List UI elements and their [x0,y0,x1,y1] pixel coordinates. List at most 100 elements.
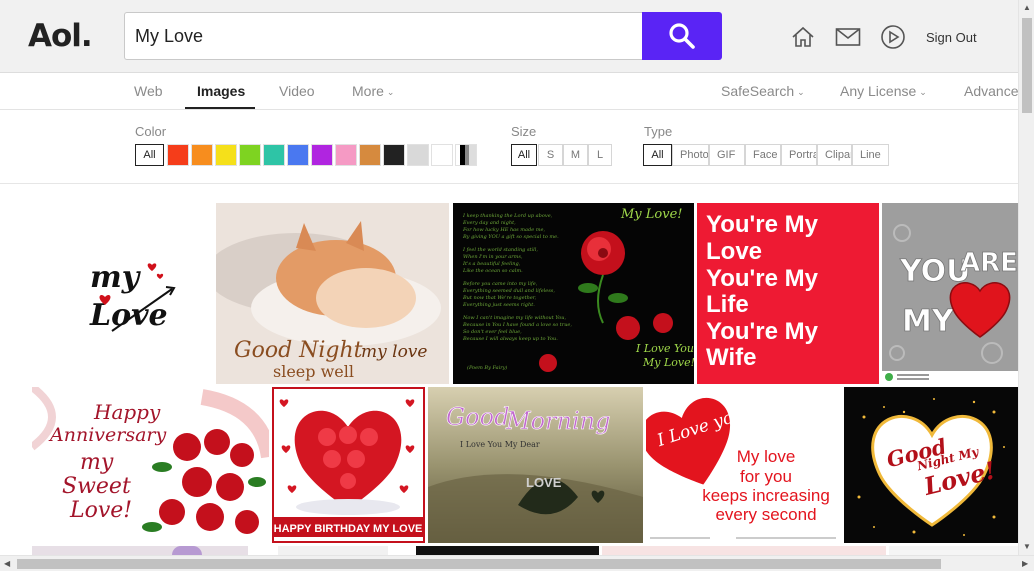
safesearch-dropdown[interactable]: SafeSearch ⌄ [721,83,805,99]
tile3-sign1: I Love You [635,342,694,355]
sign-out-link[interactable]: Sign Out [926,30,977,45]
love-increasing-graphic: I Love you My love for you keeps increas… [646,387,842,543]
search-button[interactable] [642,12,722,60]
svg-text:By giving YOU a gift so specia: By giving YOU a gift so special to me. [462,234,559,240]
color-swatch[interactable] [215,144,237,166]
search-box [124,12,722,60]
svg-text:Because in You I have found a: Because in You I have found a love so tr… [462,322,572,328]
image-result-birthday-cake[interactable]: HAPPY BIRTHDAY MY LOVE [272,387,425,543]
home-icon[interactable] [790,24,816,50]
tab-video[interactable]: Video [279,83,315,99]
tile4-line3: You're My [706,265,819,292]
aol-logo[interactable]: Aol. [28,18,93,54]
type-portrait-button[interactable]: Portrait [781,144,817,166]
header-bar: Aol. Sign Out [0,0,1018,73]
size-medium-button[interactable]: M [563,144,588,166]
chevron-down-icon: ⌄ [919,87,927,97]
safesearch-label: SafeSearch [721,83,795,99]
image-result-good-night-my-love[interactable]: Good Night My Love! [844,387,1018,543]
tile9-line2: for you [740,467,792,486]
search-tabs: Web Images Video More ⌄ SafeSearch ⌄ Any L… [0,73,1018,110]
image-result-good-morning[interactable]: Good Morning I Love You My Dear LOVE [428,387,643,543]
size-large-button[interactable]: L [588,144,612,166]
advanced-link[interactable]: Advanced [964,83,1018,99]
color-all-button[interactable]: All [135,144,164,166]
tile6-text-anniversary: Anniversary [48,424,166,446]
color-swatch[interactable] [407,144,429,166]
sleeping-cat-graphic: Good Night my love sleep well [216,203,449,384]
svg-text:Everything seemed dull and lif: Everything seemed dull and lifeless, [462,288,555,294]
poem-roses-graphic: My Love! I keep thanking the Lord up abo… [453,203,694,384]
my-love-graphic: my Love [89,260,176,333]
horizontal-scrollbar[interactable]: ◀ ▶ [0,555,1034,571]
image-result-you-are-my[interactable]: YOU ARE MY [882,203,1018,384]
youre-my-love-graphic: You're My Love You're My Life You're My … [697,203,879,384]
color-swatch-black-white[interactable] [455,144,477,166]
vertical-scroll-thumb[interactable] [1022,18,1032,113]
color-swatch[interactable] [287,144,309,166]
svg-text:Before you came into my life,: Before you came into my life, [462,281,538,287]
image-result-happy-anniversary[interactable]: Happy Anniversary my Sweet Love! [32,387,269,543]
horizontal-scroll-thumb[interactable] [17,559,941,569]
you-are-my-heart-graphic: YOU ARE MY [882,203,1018,384]
type-line-button[interactable]: Line [852,144,889,166]
color-swatch[interactable] [239,144,261,166]
tile4-line2: Love [706,238,762,265]
image-result-row3-5[interactable] [889,546,1018,555]
license-dropdown[interactable]: Any License ⌄ [840,83,927,99]
type-photo-button[interactable]: Photo [672,144,709,166]
scroll-up-arrow-icon[interactable]: ▲ [1023,3,1031,12]
scroll-down-arrow-icon[interactable]: ▼ [1023,542,1031,551]
tile4-line5: You're My [706,318,819,345]
image-result-youre-my-love[interactable]: You're My Love You're My Life You're My … [697,203,879,384]
color-swatch[interactable] [383,144,405,166]
size-all-button[interactable]: All [511,144,537,166]
svg-text:Because I will always keep up: Because I will always keep up to You. [462,336,558,342]
svg-text:But now that We're together,: But now that We're together, [462,295,537,301]
svg-text:Like the ocean so calm.: Like the ocean so calm. [462,268,523,274]
tab-more[interactable]: More ⌄ [352,83,394,99]
svg-text:(Poem By Fairy): (Poem By Fairy) [467,364,507,371]
scroll-right-arrow-icon[interactable]: ▶ [1022,559,1028,568]
color-swatch[interactable] [263,144,285,166]
tile3-sign2: My Love! [642,356,694,369]
tile1-text-love: Love [89,298,168,333]
image-result-my-love[interactable]: my Love [32,203,214,384]
color-swatch[interactable] [431,144,453,166]
scroll-left-arrow-icon[interactable]: ◀ [4,559,10,568]
svg-text:So don't ever feel blue,: So don't ever feel blue, [463,329,522,335]
image-result-good-night-cat[interactable]: Good Night my love sleep well [216,203,449,384]
svg-text:I keep thanking the Lord up ab: I keep thanking the Lord up above, [462,213,553,219]
color-swatch[interactable] [335,144,357,166]
color-swatch[interactable] [359,144,381,166]
image-result-row3-4[interactable] [602,546,886,555]
image-result-my-love-poem[interactable]: My Love! I keep thanking the Lord up abo… [453,203,694,384]
color-swatch[interactable] [191,144,213,166]
tab-web[interactable]: Web [134,83,163,99]
tile6-text-sweet: Sweet [62,474,131,499]
svg-text:When I'm in your arms,: When I'm in your arms, [463,254,523,260]
search-input[interactable] [124,12,643,60]
image-result-row3-1[interactable] [32,546,248,555]
type-face-button[interactable]: Face [745,144,781,166]
type-all-button[interactable]: All [643,144,672,166]
type-clipart-button[interactable]: Clipart [817,144,852,166]
image-result-row3-2[interactable] [278,546,388,555]
image-result-my-love-increasing[interactable]: I Love you My love for you keeps increas… [646,387,842,543]
mail-icon[interactable] [835,24,861,50]
color-swatch[interactable] [167,144,189,166]
play-icon[interactable] [880,24,906,50]
tile4-line6: Wife [706,344,756,371]
image-result-row3-3[interactable] [416,546,599,555]
tile6-text-love: Love! [69,498,132,523]
tile2-text-good-night: Good Night [234,338,363,363]
type-gif-button[interactable]: GIF [709,144,745,166]
chevron-down-icon: ⌄ [386,87,395,97]
size-small-button[interactable]: S [538,144,563,166]
tab-images[interactable]: Images [197,83,245,99]
anniversary-roses-graphic: Happy Anniversary my Sweet Love! [32,387,269,543]
tile8-text-sub: I Love You My Dear [460,440,540,449]
svg-text:It's a beautiful feeling,: It's a beautiful feeling, [462,261,521,267]
color-swatch[interactable] [311,144,333,166]
vertical-scrollbar[interactable]: ▲ ▼ [1018,0,1034,555]
